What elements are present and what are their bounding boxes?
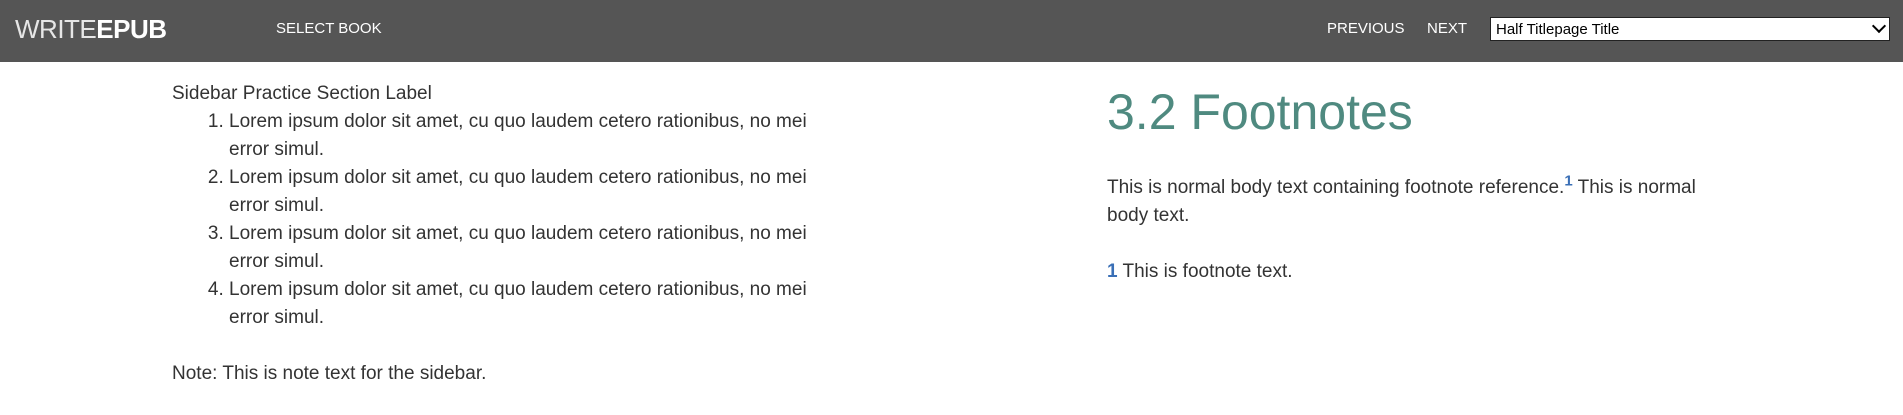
sidebar-note: Note: This is note text for the sidebar. [172,363,487,384]
body-paragraph: This is normal body text containing foot… [1107,174,1727,230]
list-item: Lorem ipsum dolor sit amet, cu quo laude… [229,164,812,220]
logo-text-epub: EPUB [96,14,167,44]
footnote-number-link[interactable]: 1 [1107,261,1118,282]
chevron-down-icon [1871,18,1887,34]
body-text-start: This is normal body text containing foot… [1107,177,1565,198]
top-navigation-bar: WRITEEPUB SELECT BOOK PREVIOUS NEXT Half… [0,0,1903,62]
footnote-text: This is footnote text. [1117,261,1293,282]
list-item: Lorem ipsum dolor sit amet, cu quo laude… [229,276,812,332]
footnote: 1 This is footnote text. [1107,258,1727,286]
previous-link[interactable]: PREVIOUS [1327,20,1405,38]
chapter-select-value: Half Titlepage Title [1496,21,1620,38]
section-label: Sidebar Practice Section Label [172,83,432,104]
list-item: Lorem ipsum dolor sit amet, cu quo laude… [229,108,812,164]
sidebar-ordered-list: Lorem ipsum dolor sit amet, cu quo laude… [172,108,812,332]
chapter-select-dropdown[interactable]: Half Titlepage Title [1490,17,1890,41]
next-link[interactable]: NEXT [1427,20,1467,38]
footnote-reference-link[interactable]: 1 [1564,173,1572,190]
page-title: 3.2 Footnotes [1107,84,1413,140]
logo-text-write: WRITE [15,14,97,44]
main-content: 3.2 Footnotes This is normal body text c… [1107,80,1727,286]
select-book-link[interactable]: SELECT BOOK [276,20,382,38]
sidebar-practice-section: Sidebar Practice Section Label Lorem ips… [172,80,812,388]
writepub-logo[interactable]: WRITEEPUB [15,14,167,44]
list-item: Lorem ipsum dolor sit amet, cu quo laude… [229,220,812,276]
